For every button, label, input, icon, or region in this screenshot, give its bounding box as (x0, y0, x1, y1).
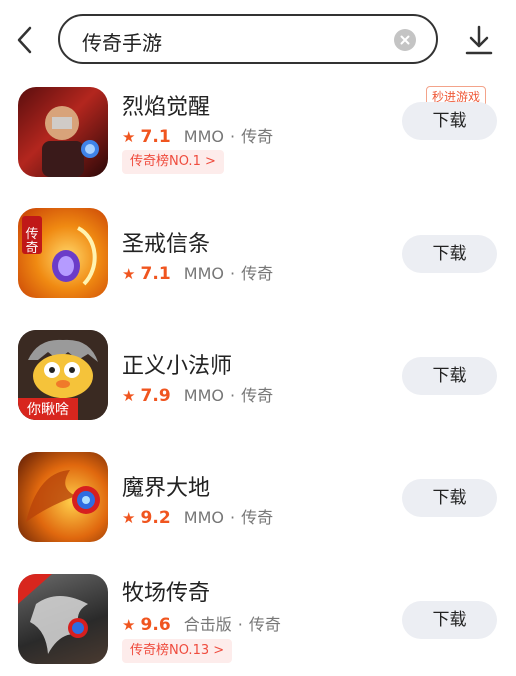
clear-circle-icon (400, 35, 410, 45)
app-icon (18, 574, 108, 664)
app-list-item[interactable]: 你瞅啥 正义小法师 ★ 7.9 MMO · 传奇 下载 (0, 322, 516, 432)
app-list-item[interactable]: 魔界大地 ★ 9.2 MMO · 传奇 下载 (0, 444, 516, 554)
download-button[interactable]: 下载 (402, 479, 497, 517)
top-bar: 传奇手游 (0, 0, 516, 78)
app-genre: 传奇 (241, 127, 274, 146)
search-query-text: 传奇手游 (82, 31, 162, 55)
app-list-item[interactable]: 牧场传奇 ★ 9.6 合击版 · 传奇 传奇榜NO.13 > 下载 (0, 566, 516, 676)
app-name: 正义小法师 (122, 354, 233, 379)
app-rating: 7.9 (140, 386, 171, 406)
app-name: 烈焰觉醒 (122, 95, 211, 120)
star-icon: ★ (122, 509, 136, 527)
download-manager-button[interactable] (461, 22, 497, 58)
download-button[interactable]: 下载 (402, 102, 497, 140)
app-meta: ★ 7.9 MMO · 传奇 (122, 386, 274, 406)
download-icon (465, 25, 493, 55)
app-category: MMO (183, 127, 224, 146)
app-genre: 传奇 (241, 264, 274, 283)
download-button[interactable]: 下载 (402, 357, 497, 395)
app-genre: 传奇 (241, 386, 274, 405)
svg-text:你瞅啥: 你瞅啥 (27, 402, 69, 418)
app-category: MMO (183, 508, 224, 527)
app-meta: ★ 7.1 MMO · 传奇 (122, 264, 274, 284)
app-meta: ★ 9.2 MMO · 传奇 (122, 508, 274, 528)
app-icon (18, 87, 108, 177)
star-icon: ★ (122, 265, 136, 283)
back-button[interactable] (10, 24, 42, 56)
app-list-item[interactable]: 传 奇 圣戒信条 ★ 7.1 MMO · 传奇 下载 (0, 200, 516, 310)
app-rating: 9.2 (140, 508, 171, 528)
svg-text:传: 传 (25, 227, 38, 242)
app-list-item[interactable]: 烈焰觉醒 ★ 7.1 MMO · 传奇 传奇榜NO.1 > 秒进游戏 下载 (0, 80, 516, 190)
star-icon: ★ (122, 128, 136, 146)
app-category: MMO (183, 386, 224, 405)
star-icon: ★ (122, 616, 136, 634)
svg-text:奇: 奇 (25, 240, 38, 256)
search-input[interactable]: 传奇手游 (58, 14, 438, 64)
star-icon: ★ (122, 387, 136, 405)
clear-search-button[interactable] (394, 29, 416, 51)
app-rating: 9.6 (140, 615, 171, 635)
app-meta: ★ 9.6 合击版 · 传奇 (122, 615, 281, 635)
app-genre: 传奇 (248, 615, 281, 634)
download-button[interactable]: 下载 (402, 601, 497, 639)
download-button[interactable]: 下载 (402, 235, 497, 273)
app-category: MMO (183, 264, 224, 283)
app-icon: 你瞅啥 (18, 330, 108, 420)
app-rating: 7.1 (140, 127, 171, 147)
app-icon: 传 奇 (18, 208, 108, 298)
app-name: 圣戒信条 (122, 232, 211, 257)
rank-badge[interactable]: 传奇榜NO.13 > (122, 639, 233, 663)
chevron-left-icon (17, 26, 32, 54)
app-meta: ★ 7.1 MMO · 传奇 (122, 127, 274, 147)
app-name: 魔界大地 (122, 476, 211, 501)
rank-badge[interactable]: 传奇榜NO.1 > (122, 150, 224, 174)
app-name: 牧场传奇 (122, 581, 211, 606)
app-genre: 传奇 (241, 508, 274, 527)
app-category: 合击版 (183, 615, 232, 634)
app-icon (18, 452, 108, 542)
app-rating: 7.1 (140, 264, 171, 284)
